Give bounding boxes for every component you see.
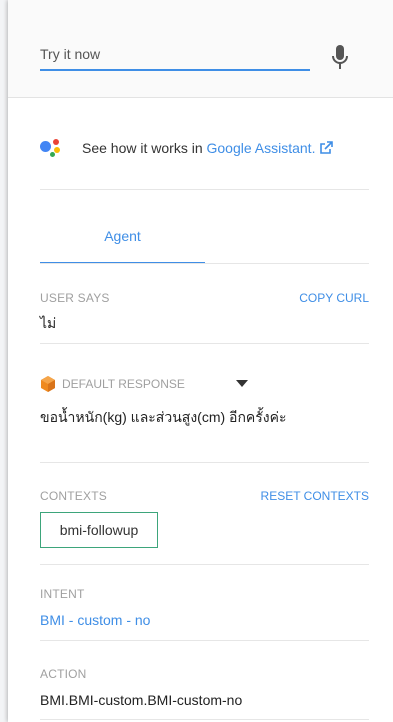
divider (40, 640, 369, 641)
action-value: BMI.BMI-custom.BMI-custom-no (40, 692, 243, 708)
microphone-icon[interactable] (330, 44, 350, 70)
copy-curl-button[interactable]: COPY CURL (299, 291, 369, 305)
default-response-value: ขอน้ำหนัก(kg) และส่วนสูง(cm) อีกครั้งค่ะ (40, 409, 287, 425)
user-says-value: ไม่ (40, 315, 57, 331)
divider (40, 719, 369, 720)
divider (40, 189, 369, 190)
tabs-divider (40, 263, 369, 264)
reset-contexts-button[interactable]: RESET CONTEXTS (261, 489, 369, 503)
google-assistant-link[interactable]: Google Assistant (207, 140, 312, 156)
default-response-label: DEFAULT RESPONSE (62, 377, 185, 391)
user-says-label: USER SAYS (40, 291, 110, 305)
try-it-input[interactable]: Try it now (40, 43, 310, 71)
action-label: ACTION (40, 667, 87, 681)
context-chip[interactable]: bmi-followup (40, 512, 158, 548)
intent-label: INTENT (40, 587, 85, 601)
intent-link[interactable]: BMI - custom - no (40, 612, 150, 628)
assistant-suffix-text: . (311, 140, 316, 156)
contexts-label: CONTEXTS (40, 489, 107, 503)
divider (40, 564, 369, 565)
default-response-header: DEFAULT RESPONSE (40, 376, 185, 392)
assistant-prefix-text: See how it works in (82, 140, 203, 156)
try-it-bar: Try it now (8, 0, 393, 98)
assistant-link-row: See how it works in Google Assistant . (40, 136, 369, 160)
external-link-icon[interactable] (319, 141, 334, 155)
divider (40, 343, 369, 344)
divider (40, 462, 369, 463)
try-it-now-panel: Try it now See how it works in Google As… (8, 0, 393, 722)
google-assistant-logo (40, 137, 68, 159)
tab-agent[interactable]: Agent (40, 214, 205, 264)
dropdown-caret-icon[interactable] (236, 380, 248, 388)
dialogflow-cube-icon (41, 376, 55, 392)
